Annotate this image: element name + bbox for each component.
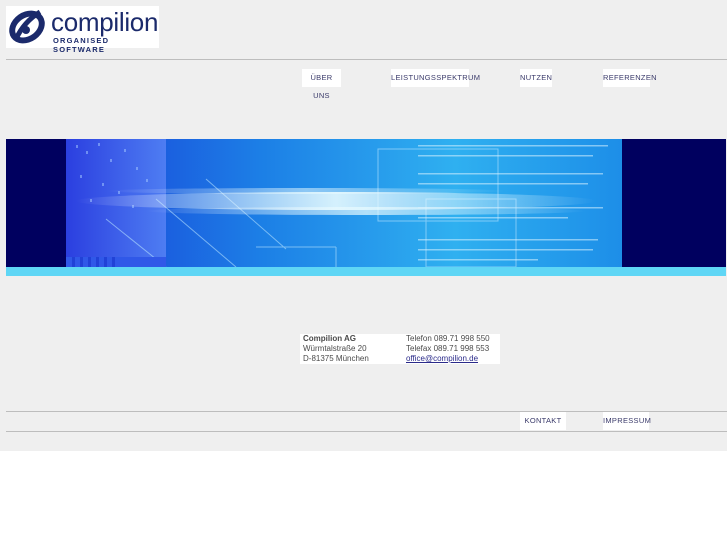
fax-number: Telefax 089.71 998 553 bbox=[406, 344, 490, 353]
page-background: compilion ORGANISED SOFTWARE ÜBER UNS LE… bbox=[0, 0, 727, 451]
logo-name: compilion bbox=[51, 7, 159, 37]
nav-nutzen[interactable]: NUTZEN bbox=[520, 69, 552, 87]
nav-ueber-uns[interactable]: ÜBER UNS bbox=[302, 69, 341, 100]
contact-address-box: Compilion AG Würmtalstraße 20 D-81375 Mü… bbox=[300, 334, 500, 364]
nav-label: REFERENZEN bbox=[603, 73, 657, 82]
nav-label: ÜBER UNS bbox=[310, 73, 333, 100]
nav-leistungsspektrum[interactable]: LEISTUNGSSPEKTRUM bbox=[391, 69, 480, 87]
header-divider bbox=[6, 59, 727, 60]
email-link[interactable]: office@compilion.de bbox=[406, 354, 478, 363]
street-address: Würmtalstraße 20 bbox=[303, 344, 367, 353]
footer-label: IMPRESSUM bbox=[603, 416, 652, 425]
logo-tagline: ORGANISED SOFTWARE bbox=[53, 36, 110, 54]
hero-banner-image bbox=[6, 139, 726, 276]
city-address: D-81375 München bbox=[303, 354, 369, 363]
footer-divider-bottom bbox=[6, 431, 727, 432]
footer-impressum[interactable]: IMPRESSUM bbox=[603, 412, 652, 430]
nav-label: NUTZEN bbox=[520, 73, 553, 82]
company-name: Compilion AG bbox=[303, 334, 357, 343]
phone-number: Telefon 089.71 998 550 bbox=[406, 334, 490, 343]
compilion-logo-icon bbox=[9, 9, 45, 44]
footer-kontakt[interactable]: KONTAKT bbox=[520, 412, 566, 430]
company-logo[interactable]: compilion ORGANISED SOFTWARE bbox=[6, 6, 159, 54]
nav-label: LEISTUNGSSPEKTRUM bbox=[391, 73, 481, 82]
nav-referenzen[interactable]: REFERENZEN bbox=[603, 69, 657, 87]
footer-label: KONTAKT bbox=[524, 416, 562, 425]
